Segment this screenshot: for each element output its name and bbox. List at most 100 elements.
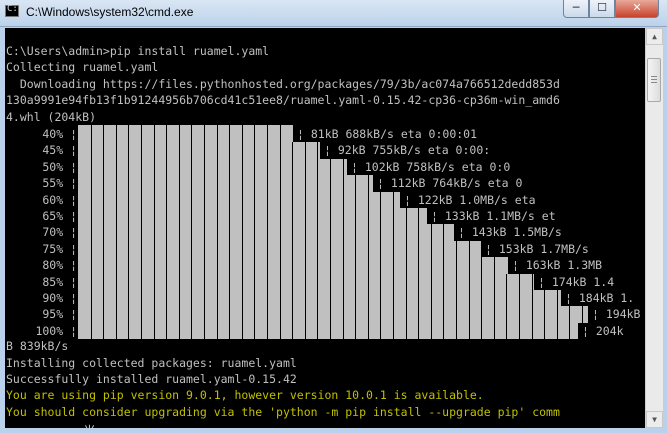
progress-bar-segment: [128, 142, 129, 159]
progress-bar-segment: [418, 224, 419, 241]
progress-bar-segment: [179, 322, 180, 340]
progress-bar-fill: [78, 208, 427, 225]
progress-bar-segment: [393, 257, 394, 274]
progress-bar-segment: [406, 224, 407, 241]
progress-bar-segment: [116, 257, 117, 274]
console-line: Installing collected packages: ruamel.ya…: [6, 355, 297, 370]
progress-bar-segment: [116, 175, 117, 192]
progress-bar-segment: [330, 322, 331, 340]
progress-bar-segment: [406, 290, 407, 307]
progress-bar-segment: [494, 322, 495, 340]
cmd-app-icon[interactable]: C:\: [5, 4, 23, 17]
progress-status-text: ¦ 194kB: [592, 307, 641, 322]
progress-bar-segment: [519, 306, 520, 323]
progress-bar-segment: [179, 273, 180, 290]
progress-bar-segment: [141, 322, 142, 340]
progress-status-text: ¦ 184kB 1.: [565, 291, 635, 305]
progress-bar-segment: [128, 208, 129, 225]
progress-bar-segment: [254, 322, 255, 340]
progress-bar-segment: [128, 273, 129, 290]
progress-bar-segment: [91, 158, 92, 176]
progress-bar-segment: [355, 322, 356, 340]
progress-bar-segment: [292, 322, 293, 340]
progress-bar-segment: [217, 142, 218, 159]
console-output[interactable]: C:\Users\admin>pip install ruamel.yaml Co…: [5, 28, 645, 428]
progress-bar-segment: [532, 273, 533, 290]
progress-bar-segment: [154, 191, 155, 208]
window-title: C:\Windows\system32\cmd.exe: [26, 5, 194, 19]
progress-bar-segment: [141, 191, 142, 208]
progress-bar-segment: [343, 290, 344, 307]
progress-bar-segment: [217, 240, 218, 258]
progress-bar-segment: [494, 290, 495, 307]
progress-bar-segment: [582, 306, 583, 323]
progress-bar-segment: [380, 306, 381, 323]
progress-bar-segment: [317, 191, 318, 208]
progress-bar-segment: [280, 290, 281, 307]
progress-bar-segment: [91, 290, 92, 307]
progress-bar-segment: [179, 290, 180, 307]
cmd-app-icon-text: C:\: [7, 4, 24, 14]
progress-bar-segment: [229, 290, 230, 307]
vertical-scrollbar[interactable]: ▲ ▼: [645, 28, 663, 428]
progress-bar-fill: [78, 290, 561, 307]
progress-bar-segment: [217, 257, 218, 274]
progress-bar-segment: [368, 290, 369, 307]
minimize-button[interactable]: ─: [563, 0, 589, 18]
progress-bar-segment: [103, 125, 104, 143]
progress-bar-segment: [166, 322, 167, 340]
progress-bar-segment: [456, 240, 457, 258]
progress-bar-segment: [179, 306, 180, 323]
progress-bar-segment: [204, 290, 205, 307]
progress-bar-segment: [469, 273, 470, 290]
progress-bar-segment: [229, 125, 230, 143]
progress-bar-segment: [506, 273, 507, 290]
maximize-button[interactable]: ☐: [589, 0, 615, 18]
progress-bar-segment: [254, 158, 255, 176]
progress-bar-segment: [267, 208, 268, 225]
progress-bar-segment: [141, 208, 142, 225]
progress-bar-segment: [91, 191, 92, 208]
close-button[interactable]: ✕: [615, 0, 659, 18]
title-bar[interactable]: C:\ C:\Windows\system32\cmd.exe ─ ☐ ✕: [0, 0, 667, 27]
scroll-up-button[interactable]: ▲: [646, 28, 663, 45]
progress-bar-segment: [317, 224, 318, 241]
scroll-down-button[interactable]: ▼: [646, 411, 663, 428]
progress-bar-segment: [128, 158, 129, 176]
progress-bar-segment: [506, 290, 507, 307]
progress-bar-segment: [191, 191, 192, 208]
progress-bar-segment: [191, 142, 192, 159]
progress-bar-segment: [343, 158, 344, 176]
progress-percent-label: 95% ¦: [42, 307, 77, 322]
progress-bar-segment: [481, 257, 482, 274]
progress-bar-segment: [91, 240, 92, 258]
progress-bar-segment: [204, 191, 205, 208]
progress-bar-segment: [317, 158, 318, 176]
progress-bar-segment: [469, 322, 470, 340]
progress-bar-segment: [179, 257, 180, 274]
progress-bar-segment: [443, 224, 444, 241]
progress-bar-segment: [393, 191, 394, 208]
progress-bar-segment: [204, 125, 205, 143]
progress-bar-segment: [481, 290, 482, 307]
console-line: 4.whl (204kB): [6, 109, 97, 124]
progress-bar-segment: [166, 191, 167, 208]
scroll-thumb[interactable]: [647, 58, 661, 102]
progress-bar-segment: [544, 322, 545, 340]
progress-bar-segment: [116, 191, 117, 208]
progress-bar-segment: [128, 290, 129, 307]
progress-bar-segment: [305, 158, 306, 176]
progress-bar-segment: [242, 175, 243, 192]
console-line: 130a9991e94fb13f1b91244956b706cd41c51ee8…: [6, 93, 560, 108]
progress-status-text: ¦ 102kB 758kB/s eta 0:0: [351, 159, 511, 174]
progress-bar-segment: [406, 306, 407, 323]
progress-bar-segment: [431, 290, 432, 307]
progress-bar-segment: [506, 322, 507, 340]
progress-bar-segment: [103, 175, 104, 192]
progress-bar-segment: [406, 273, 407, 290]
console-line: Successfully installed ruamel.yaml-0.15.…: [6, 372, 297, 386]
progress-bar-segment: [481, 322, 482, 340]
progress-bar-segment: [242, 306, 243, 323]
progress-bar-segment: [280, 273, 281, 290]
progress-bar-segment: [443, 322, 444, 340]
